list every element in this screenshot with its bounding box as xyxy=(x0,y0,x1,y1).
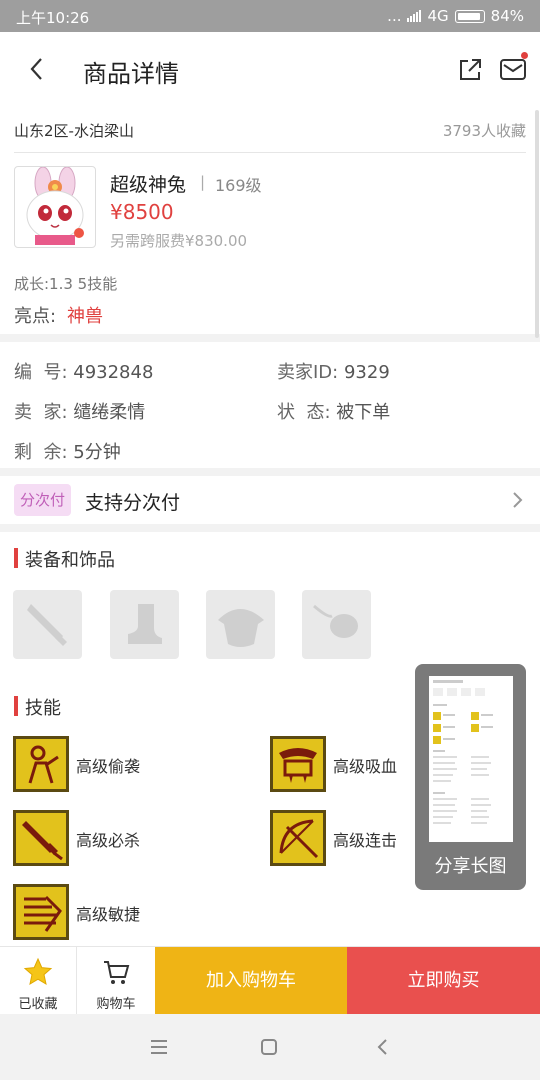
bottom-action-bar: 已收藏 购物车 加入购物车 立即购买 xyxy=(0,946,540,1015)
favorite-button[interactable]: 已收藏 xyxy=(0,947,77,1015)
boot-icon xyxy=(128,604,162,644)
remaining-time: 剩 余: 5分钟 xyxy=(14,438,121,464)
equipment-slot-accessory[interactable] xyxy=(302,590,371,659)
pet-name: 超级神兔 xyxy=(110,174,187,196)
divider xyxy=(14,152,526,153)
agility-icon[interactable] xyxy=(13,884,69,940)
remaining-value: 5分钟 xyxy=(73,442,121,463)
cart-label: 购物车 xyxy=(96,997,136,1012)
skill-name: 高级连击 xyxy=(333,831,398,850)
equipment-slot-boots[interactable] xyxy=(110,590,179,659)
add-to-cart-button[interactable]: 加入购物车 xyxy=(155,947,347,1015)
installment-row[interactable]: 分次付 支持分次付 xyxy=(0,476,540,524)
seller: 卖 家: 缱绻柔情 xyxy=(14,398,145,424)
growth-info: 成长:1.3 5技能 xyxy=(14,275,118,293)
signal-icon xyxy=(407,10,422,22)
star-icon xyxy=(23,957,53,986)
seller-id: 卖家ID: 9329 xyxy=(277,358,390,384)
buy-now-button[interactable]: 立即购买 xyxy=(347,947,540,1015)
server-name: 山东2区-水泊梁山 xyxy=(14,122,134,140)
section-marker xyxy=(14,696,18,716)
remaining-label: 剩 余: xyxy=(14,442,68,463)
favorite-label: 已收藏 xyxy=(18,997,58,1012)
pet-avatar[interactable] xyxy=(14,166,96,248)
status-label: 状 态: xyxy=(277,402,331,423)
sneak-attack-icon[interactable] xyxy=(13,736,69,792)
highlight-value: 神兽 xyxy=(67,306,103,327)
skill-name: 高级敏捷 xyxy=(76,905,141,924)
rabbit-pet-image xyxy=(26,167,84,245)
battery-icon xyxy=(454,9,485,23)
status-bar: 上午10:26 ... 4G 84% xyxy=(0,0,540,32)
item-id-label: 编 号: xyxy=(14,362,68,383)
system-navigation-bar xyxy=(0,1014,540,1080)
skills-title: 技能 xyxy=(25,698,61,719)
skill-name: 高级吸血 xyxy=(333,757,398,776)
scrollbar[interactable] xyxy=(535,110,539,338)
network-type: 4G xyxy=(427,7,449,25)
page-title: 商品详情 xyxy=(83,60,179,88)
back-icon[interactable] xyxy=(372,1036,394,1058)
product-card: 山东2区-水泊梁山 3793人收藏 超级神兔 | 169级 ¥8500 另需跨服… xyxy=(0,108,540,334)
equipment-title: 装备和饰品 xyxy=(25,550,115,571)
equipment-slot-armor[interactable] xyxy=(206,590,275,659)
combo-bow-icon[interactable] xyxy=(270,810,326,866)
status-value: 被下单 xyxy=(336,402,391,423)
home-icon[interactable] xyxy=(258,1036,280,1058)
chevron-left-icon[interactable] xyxy=(22,54,52,84)
share-icon[interactable] xyxy=(456,56,484,84)
installment-text: 支持分次付 xyxy=(85,492,181,514)
cart-button[interactable]: 购物车 xyxy=(77,947,155,1015)
seller-id-label: 卖家ID: xyxy=(277,362,339,383)
favorite-count: 3793人收藏 xyxy=(442,122,526,140)
nav-bar: 商品详情 xyxy=(0,32,540,108)
skill-name: 高级偷袭 xyxy=(76,757,141,776)
status-dots: ... xyxy=(387,7,402,25)
battery-level: 84% xyxy=(490,7,524,25)
menu-icon[interactable] xyxy=(148,1036,170,1058)
seller-value: 缱绻柔情 xyxy=(73,402,146,423)
share-label: 分享长图 xyxy=(434,856,507,877)
item-id-value: 4932848 xyxy=(73,362,154,383)
accessory-icon xyxy=(313,604,358,638)
section-marker xyxy=(14,548,18,568)
notification-dot xyxy=(521,52,528,59)
cart-icon xyxy=(104,961,130,984)
equipment-slot-weapon[interactable] xyxy=(13,590,82,659)
skill-name: 高级必杀 xyxy=(76,831,141,850)
cross-server-fee: 另需跨服费¥830.00 xyxy=(110,232,248,250)
vampire-icon[interactable] xyxy=(270,736,326,792)
share-long-image-button[interactable]: 分享长图 xyxy=(415,664,526,890)
pet-level: 169级 xyxy=(215,176,262,195)
highlight-label: 亮点: xyxy=(14,306,57,327)
installment-tag: 分次付 xyxy=(14,484,72,516)
status-time: 上午10:26 xyxy=(16,9,90,27)
chevron-right-icon xyxy=(513,492,523,508)
name-level-separator: | xyxy=(200,173,206,191)
details-card: 编 号: 4932848 卖家ID: 9329 卖 家: 缱绻柔情 状 态: 被… xyxy=(0,342,540,468)
share-preview-thumbnail xyxy=(429,676,513,842)
price: ¥8500 xyxy=(110,200,174,224)
critical-sword-icon[interactable] xyxy=(13,810,69,866)
item-id: 编 号: 4932848 xyxy=(14,358,153,384)
status: 状 态: 被下单 xyxy=(277,398,390,424)
seller-label: 卖 家: xyxy=(14,402,68,423)
seller-id-value: 9329 xyxy=(343,362,390,383)
armor-icon xyxy=(218,609,264,647)
sword-icon xyxy=(27,604,67,646)
